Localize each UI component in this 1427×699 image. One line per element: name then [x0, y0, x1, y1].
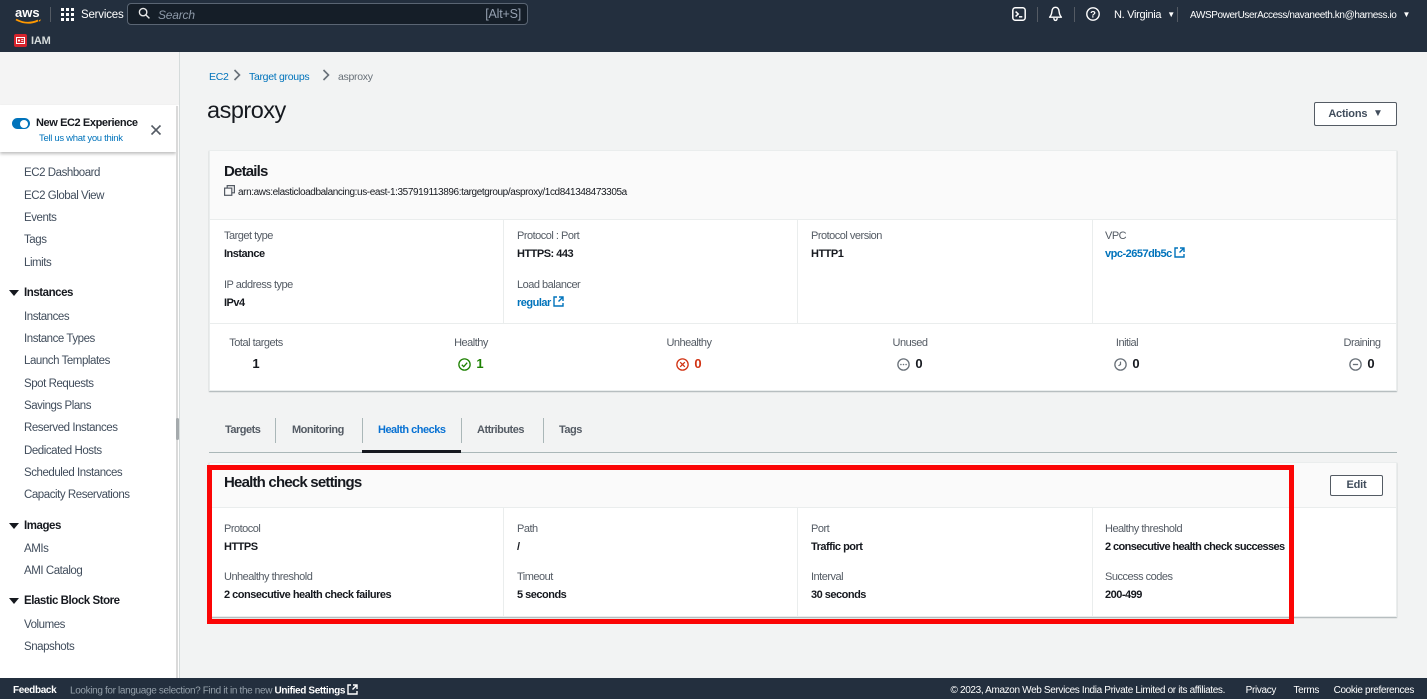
svg-text:?: ?: [1090, 9, 1096, 20]
svg-text:aws: aws: [15, 5, 40, 20]
